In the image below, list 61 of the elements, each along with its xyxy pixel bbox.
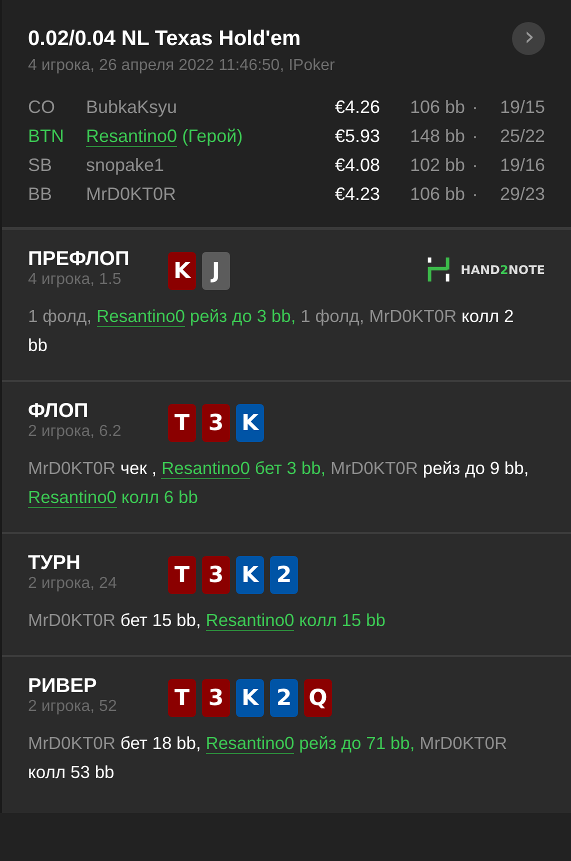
player-name-link[interactable]: Resantino0 [206, 610, 294, 631]
player-stats: 25/22 [498, 126, 545, 147]
playing-card: 3 [202, 404, 230, 442]
player-position: SB [28, 155, 54, 176]
street-title: РИВЕР [28, 675, 98, 698]
street-info: 2 игрока, 24 [28, 575, 118, 593]
street-info: 2 игрока, 52 [28, 698, 118, 716]
separator-dot: · [471, 155, 479, 176]
player-position: BB [28, 184, 54, 205]
street-title: ФЛОП [28, 400, 90, 423]
player-name: MrD0KT0R [86, 184, 176, 204]
player-bb: 106 bb [408, 184, 465, 205]
player-bb: 106 bb [408, 97, 465, 118]
hand-info: 4 игрока, 26 апреля 2022 11:46:50, IPoker [28, 57, 336, 75]
playing-card: Q [304, 679, 332, 717]
playing-card: K [168, 252, 196, 290]
player-name-link[interactable]: Resantino0 [86, 126, 178, 147]
action-text: MrD0KT0R бет 15 bb, Resantino0 колл 15 bb [28, 609, 386, 633]
playing-card: K [236, 404, 264, 442]
player-name: BubkaKsyu [86, 97, 178, 117]
playing-card: T [168, 679, 196, 717]
action-text: MrD0KT0R чек , Resantino0 бет 3 bb, MrD0KT0R рейз до 9 bb, Resantino0 колл 6 bb [28, 457, 530, 510]
separator-dot: · [471, 97, 479, 118]
hand-title: 0.02/0.04 NL Texas Hold'em [28, 26, 301, 50]
action-text: 1 фолд, Resantino0 рейз до 3 bb, 1 фолд, MrD0KT0R колл 2 bb [28, 305, 515, 357]
separator-dot: · [471, 184, 479, 205]
hero-label: (Герой) [182, 126, 243, 146]
player-name-link[interactable]: Resantino0 [206, 733, 294, 754]
player-stack: €4.08 [334, 155, 380, 176]
player-stack: €4.23 [334, 184, 380, 205]
playing-card: J [202, 252, 230, 290]
street-title: ПРЕФЛОП [28, 248, 130, 271]
playing-card: 3 [202, 556, 230, 594]
separator-dot: · [471, 126, 479, 147]
logo-icon [426, 256, 451, 283]
playing-card: T [168, 404, 196, 442]
next-button[interactable]: › [512, 22, 545, 55]
player-bb: 148 bb [408, 126, 465, 147]
player-bb: 102 bb [408, 155, 465, 176]
playing-card: 2 [270, 679, 298, 717]
player-name: snopake1 [86, 155, 164, 175]
player-name-link[interactable]: Resantino0 [161, 458, 250, 479]
playing-card: K [236, 679, 264, 717]
player-name-link[interactable]: Resantino0 [28, 487, 117, 508]
player-stats: 19/15 [498, 97, 545, 118]
player-stack: €4.26 [334, 97, 380, 118]
player-stats: 19/16 [498, 155, 545, 176]
player-position: BTN [28, 126, 65, 147]
street-title: ТУРН [28, 552, 82, 575]
action-text: MrD0KT0R бет 18 bb, Resantino0 рейз до 71 bb, MrD0KT0R колл 53 bb [28, 732, 508, 784]
player-stats: 29/23 [498, 184, 545, 205]
playing-card: 2 [270, 556, 298, 594]
playing-card: K [236, 556, 264, 594]
street-info: 2 игрока, 6.2 [28, 423, 122, 441]
street-info: 4 игрока, 1.5 [28, 271, 122, 289]
playing-card: 3 [202, 679, 230, 717]
player-stack: €5.93 [334, 126, 380, 147]
logo-text: HAND2NOTE [460, 262, 545, 276]
player-name-link[interactable]: Resantino0 [96, 306, 186, 327]
player-position: CO [28, 97, 56, 118]
playing-card: T [168, 556, 196, 594]
